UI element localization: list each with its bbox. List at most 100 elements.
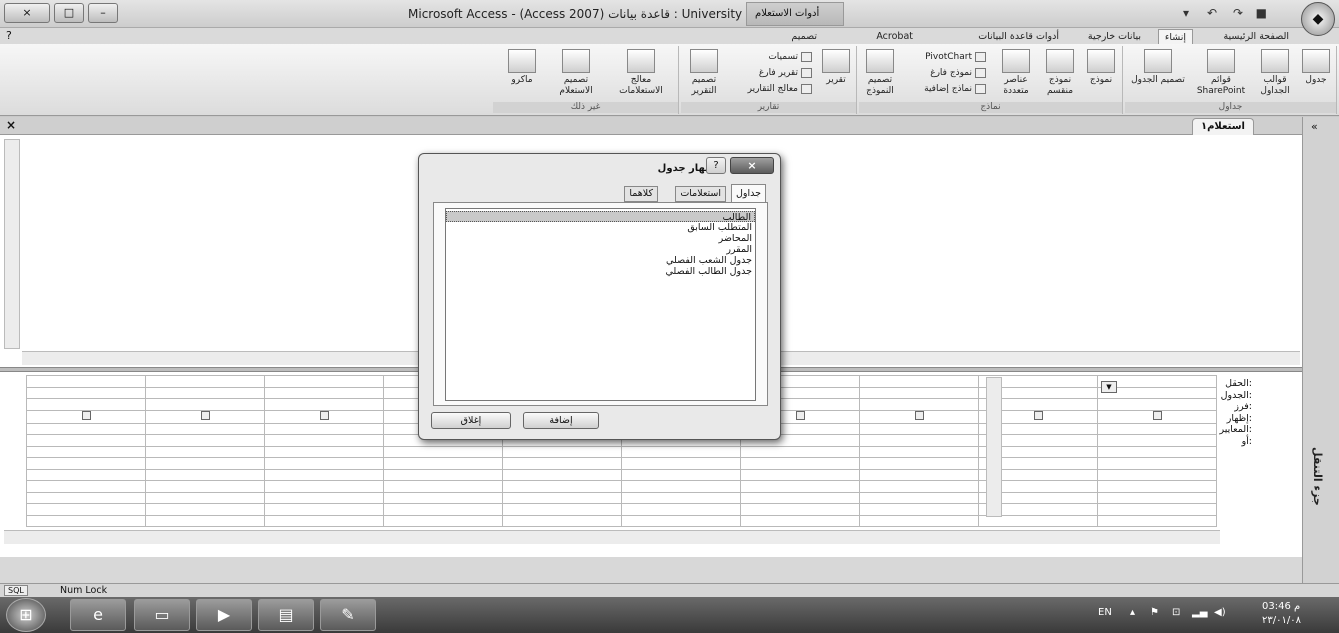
tab-create[interactable]: إنشاء: [1157, 29, 1193, 44]
grid-cell[interactable]: [145, 398, 265, 411]
grid-cell[interactable]: [26, 398, 146, 411]
grid-cell[interactable]: [621, 491, 741, 504]
grid-show-cell[interactable]: [264, 409, 384, 424]
grid-cell[interactable]: [145, 434, 265, 447]
grid-cell[interactable]: [383, 468, 503, 481]
grid-cell[interactable]: [264, 375, 384, 388]
list-item[interactable]: جدول الشعب الفصلي: [666, 255, 752, 266]
grid-show-cell[interactable]: [145, 409, 265, 424]
tab-both[interactable]: كلاهما: [624, 186, 658, 202]
grid-cell[interactable]: [264, 514, 384, 527]
help-icon[interactable]: ?: [6, 29, 12, 42]
labels-button[interactable]: تسميات: [768, 50, 812, 64]
grid-cell[interactable]: [502, 445, 622, 458]
grid-cell[interactable]: [26, 386, 146, 399]
nav-pane-expand-icon[interactable]: «: [1311, 120, 1318, 133]
tab-queries[interactable]: استعلامات: [675, 186, 726, 202]
grid-cell[interactable]: [383, 457, 503, 470]
table-button[interactable]: جدول: [1298, 49, 1334, 86]
report-design-button[interactable]: تصميم التقرير: [684, 49, 724, 97]
tab-home[interactable]: الصفحة الرئيسية: [1223, 29, 1289, 44]
minimize-window-button[interactable]: –: [88, 3, 118, 23]
grid-show-cell[interactable]: [26, 409, 146, 424]
start-button[interactable]: ⊞: [6, 598, 46, 632]
grid-show-cell[interactable]: [859, 409, 979, 424]
grid-cell[interactable]: [26, 457, 146, 470]
split-form-button[interactable]: نموذج منقسم: [1040, 49, 1080, 97]
report-button[interactable]: تقرير: [818, 49, 854, 86]
show-checkbox[interactable]: [81, 410, 91, 420]
query-wizard-button[interactable]: معالج الاستعلامات: [608, 49, 674, 97]
grid-cell[interactable]: [1097, 468, 1217, 481]
grid-cell[interactable]: [145, 457, 265, 470]
signal-icon[interactable]: ▂▄: [1192, 607, 1207, 618]
grid-cell[interactable]: [264, 422, 384, 435]
media-player-icon[interactable]: ▶: [196, 599, 252, 631]
grid-cell[interactable]: [264, 503, 384, 516]
grid-cell[interactable]: [740, 480, 860, 493]
tab-query1[interactable]: استعلام١: [1191, 118, 1254, 135]
grid-cell[interactable]: [740, 457, 860, 470]
access-taskbar-icon[interactable]: ▤: [258, 599, 314, 631]
grid-cell[interactable]: [859, 457, 979, 470]
qat-undo-icon[interactable]: ↶: [1207, 6, 1217, 20]
grid-cell[interactable]: [383, 480, 503, 493]
table-templates-button[interactable]: قوالب الجداول: [1254, 49, 1296, 97]
grid-cell[interactable]: [621, 457, 741, 470]
grid-cell[interactable]: [26, 503, 146, 516]
macro-button[interactable]: ماكرو: [502, 49, 542, 86]
report-wizard-button[interactable]: معالج التقارير: [748, 82, 812, 96]
list-item[interactable]: الطالب: [446, 211, 755, 223]
grid-cell[interactable]: [26, 445, 146, 458]
show-checkbox[interactable]: [1152, 410, 1162, 420]
grid-cell[interactable]: [145, 375, 265, 388]
qat-dropdown-icon[interactable]: ▾: [1183, 6, 1189, 20]
field-dropdown-icon[interactable]: ▼: [1101, 381, 1117, 393]
grid-cell[interactable]: [740, 468, 860, 481]
grid-cell[interactable]: [1097, 514, 1217, 527]
pivotchart-button[interactable]: PivotChart: [925, 50, 986, 64]
volume-icon[interactable]: ◀): [1214, 607, 1226, 618]
grid-cell[interactable]: [26, 480, 146, 493]
grid-cell[interactable]: [740, 491, 860, 504]
grid-cell[interactable]: [859, 398, 979, 411]
show-checkbox[interactable]: [1033, 410, 1043, 420]
form-button[interactable]: نموذج: [1082, 49, 1120, 86]
grid-cell[interactable]: [1097, 445, 1217, 458]
grid-cell[interactable]: [740, 503, 860, 516]
grid-cell[interactable]: [264, 445, 384, 458]
grid-cell[interactable]: [502, 514, 622, 527]
clock-date[interactable]: ٢٣/٠١/٠٨: [1262, 615, 1301, 626]
grid-cell[interactable]: [621, 468, 741, 481]
grid-cell[interactable]: [1097, 434, 1217, 447]
sharepoint-lists-button[interactable]: قوائم SharePoint: [1192, 49, 1250, 97]
access-key-taskbar-icon[interactable]: ✎: [320, 599, 376, 631]
grid-cell[interactable]: [859, 386, 979, 399]
grid-cell[interactable]: [502, 468, 622, 481]
grid-cell[interactable]: [740, 445, 860, 458]
grid-cell[interactable]: [145, 480, 265, 493]
grid-cell[interactable]: [145, 445, 265, 458]
table-design-button[interactable]: تصميم الجدول: [1130, 49, 1186, 86]
grid-cell[interactable]: [859, 480, 979, 493]
qat-redo-icon[interactable]: ↷: [1233, 6, 1243, 20]
grid-horizontal-scrollbar[interactable]: [4, 530, 1220, 544]
grid-cell[interactable]: [859, 514, 979, 527]
grid-cell[interactable]: [859, 445, 979, 458]
query-design-button[interactable]: تصميم الاستعلام: [546, 49, 606, 97]
add-button[interactable]: إضافة: [523, 412, 599, 429]
grid-cell[interactable]: [621, 445, 741, 458]
grid-cell[interactable]: [145, 422, 265, 435]
table-list[interactable]: الطالب المتطلب السابق المحاضر المقرر جدو…: [445, 208, 756, 401]
grid-cell[interactable]: [1097, 480, 1217, 493]
clock-time[interactable]: 03:46 م: [1262, 601, 1300, 612]
grid-cell[interactable]: [859, 434, 979, 447]
show-checkbox[interactable]: [914, 410, 924, 420]
dialog-close-button[interactable]: ×: [730, 157, 774, 174]
grid-cell[interactable]: [383, 514, 503, 527]
upper-vertical-scrollbar[interactable]: [4, 139, 20, 349]
list-item[interactable]: جدول الطالب الفصلي: [666, 266, 752, 277]
grid-cell[interactable]: [264, 386, 384, 399]
grid-cell[interactable]: [502, 503, 622, 516]
show-checkbox[interactable]: [319, 410, 329, 420]
